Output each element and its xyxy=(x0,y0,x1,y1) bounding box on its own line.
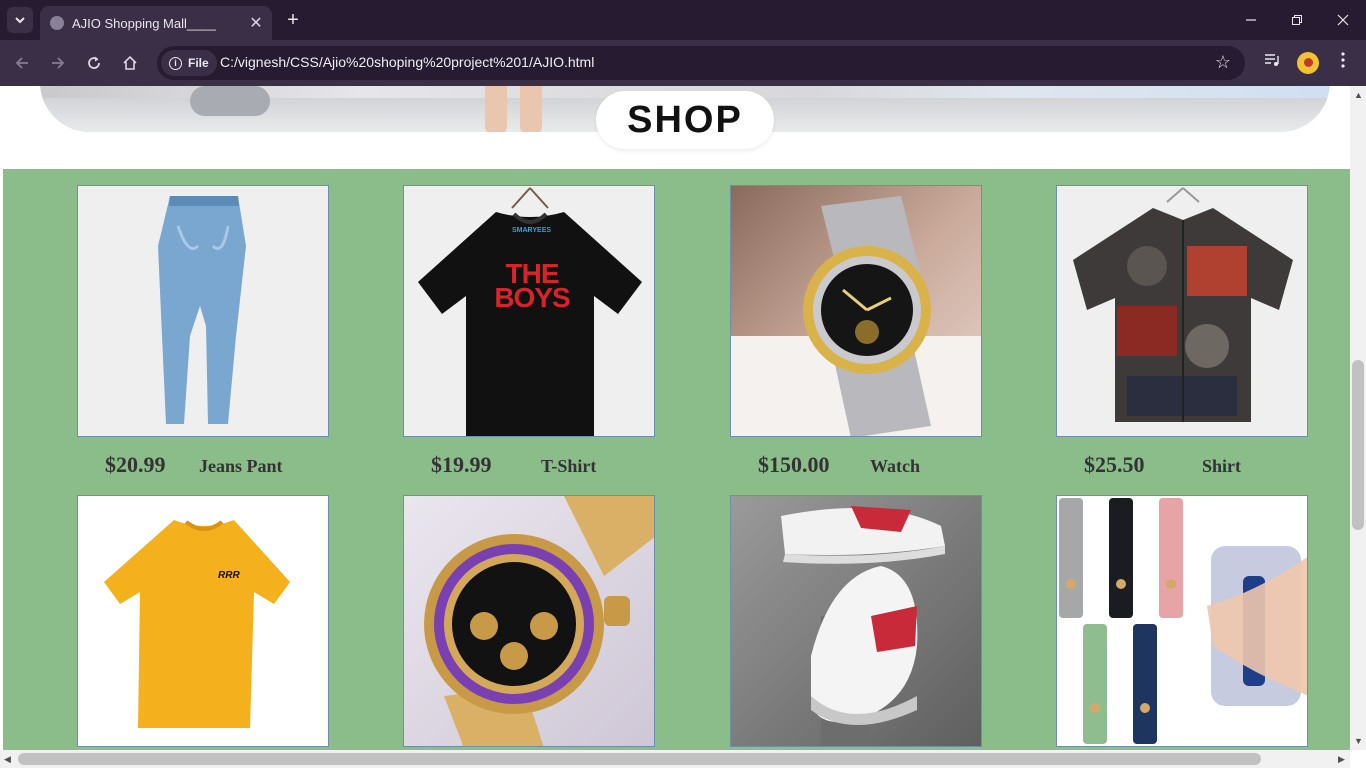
close-window-button[interactable] xyxy=(1320,0,1366,40)
product-card[interactable] xyxy=(1056,495,1308,747)
black-tshirt-image[interactable]: SMARYEES THE BOYS xyxy=(403,185,655,437)
product-card[interactable]: $150.00 Watch xyxy=(730,185,982,477)
site-chip-label: File xyxy=(188,56,209,70)
product-card[interactable] xyxy=(730,495,982,747)
product-grid: $20.99 Jeans Pant SMARYEES THE BOYS $19.… xyxy=(3,169,1350,750)
scroll-down-icon[interactable]: ▼ xyxy=(1354,736,1363,746)
price-row: $150.00 Watch xyxy=(730,437,982,477)
product-card[interactable]: RRR xyxy=(77,495,329,747)
page-viewport: SHOP $20.99 Jeans Pant SMARYEES THE BOYS… xyxy=(0,86,1350,750)
reload-button[interactable] xyxy=(80,49,108,77)
active-tab[interactable]: AJIO Shopping Mall____ ✕ xyxy=(40,6,272,40)
new-tab-button[interactable]: + xyxy=(280,7,306,33)
tshirt-brand-text: SMARYEES xyxy=(512,227,552,234)
arrow-right-icon xyxy=(52,57,65,69)
product-name: Watch xyxy=(870,456,921,476)
yellow-tshirt-print-text: RRR xyxy=(218,570,240,581)
tab-strip: AJIO Shopping Mall____ ✕ + xyxy=(0,0,1366,40)
product-price: $20.99 xyxy=(105,452,166,477)
shop-button[interactable]: SHOP xyxy=(596,91,774,149)
price-row: $20.99 Jeans Pant xyxy=(77,437,329,477)
info-icon: i xyxy=(169,56,182,70)
forward-button[interactable] xyxy=(44,49,72,77)
product-card[interactable]: SMARYEES THE BOYS $19.99 T-Shirt xyxy=(403,185,655,477)
price-row: $25.50 Shirt xyxy=(1056,437,1308,477)
globe-icon xyxy=(50,16,64,30)
home-button[interactable] xyxy=(116,49,144,77)
menu-kebab-icon[interactable] xyxy=(1338,51,1348,74)
minimize-icon xyxy=(1246,19,1256,21)
scroll-right-icon[interactable]: ▶ xyxy=(1338,754,1345,765)
media-controls-icon[interactable] xyxy=(1263,51,1281,74)
reload-icon xyxy=(88,56,100,69)
product-card[interactable]: $25.50 Shirt xyxy=(1056,185,1308,477)
banner-shoe-image xyxy=(190,86,270,116)
gold-watch-image[interactable] xyxy=(403,495,655,747)
scroll-left-icon[interactable]: ◀ xyxy=(4,754,11,765)
address-bar[interactable]: i File C:/vignesh/CSS/Ajio%20shoping%20p… xyxy=(157,46,1245,80)
tab-title: AJIO Shopping Mall____ xyxy=(72,15,216,31)
bookmark-star-icon[interactable]: ☆ xyxy=(1215,52,1231,73)
tab-search-button[interactable] xyxy=(7,7,33,33)
restore-icon xyxy=(1292,15,1302,25)
banner-foot-image xyxy=(520,86,542,132)
phone-grip-image[interactable] xyxy=(1056,495,1308,747)
product-name: T-Shirt xyxy=(541,456,597,476)
home-icon xyxy=(123,55,137,70)
horizontal-scroll-thumb[interactable] xyxy=(18,753,1261,765)
close-icon xyxy=(1337,14,1349,26)
back-button[interactable] xyxy=(8,49,36,77)
price-row: $19.99 T-Shirt xyxy=(403,437,655,477)
url-text: C:/vignesh/CSS/Ajio%20shoping%20project%… xyxy=(220,54,595,70)
browser-toolbar: i File C:/vignesh/CSS/Ajio%20shoping%20p… xyxy=(0,40,1366,86)
product-price: $25.50 xyxy=(1084,452,1145,477)
product-card[interactable] xyxy=(403,495,655,747)
yellow-tshirt-image[interactable]: RRR xyxy=(77,495,329,747)
restore-button[interactable] xyxy=(1274,0,1320,40)
banner-foot-image xyxy=(485,86,507,132)
scroll-up-icon[interactable]: ▲ xyxy=(1354,90,1363,100)
product-card[interactable]: $20.99 Jeans Pant xyxy=(77,185,329,477)
shirt-image[interactable] xyxy=(1056,185,1308,437)
product-name: Jeans Pant xyxy=(199,456,283,476)
chevron-down-icon xyxy=(15,17,25,24)
vertical-scroll-thumb[interactable] xyxy=(1352,360,1364,530)
minimize-button[interactable] xyxy=(1228,0,1274,40)
product-price: $19.99 xyxy=(431,452,492,477)
sneakers-image[interactable] xyxy=(730,495,982,747)
jeans-image[interactable] xyxy=(77,185,329,437)
product-price: $150.00 xyxy=(758,452,830,477)
close-tab-icon[interactable]: ✕ xyxy=(244,13,268,33)
profile-avatar[interactable] xyxy=(1297,52,1319,74)
site-info-chip[interactable]: i File xyxy=(161,50,217,76)
product-name: Shirt xyxy=(1202,456,1242,476)
arrow-left-icon xyxy=(15,57,28,69)
watch-image[interactable] xyxy=(730,185,982,437)
tshirt-print-text: THE BOYS xyxy=(494,258,570,313)
